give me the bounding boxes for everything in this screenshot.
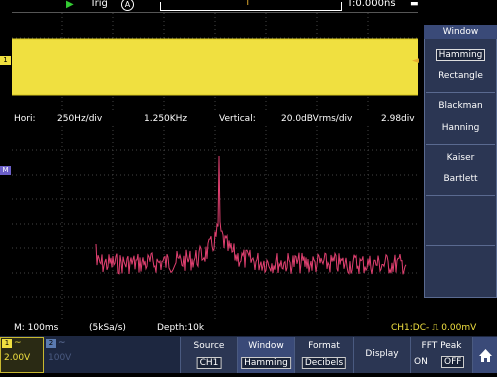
center-frequency: 1.250KHz <box>144 114 188 124</box>
trigger-setting: CH1:DC- ⎍ 0.00mV <box>391 323 477 333</box>
memory-depth: Depth:10k <box>157 323 205 333</box>
memory-timebar <box>160 2 342 11</box>
ch1-volts-per-div: 2.00V <box>4 353 31 363</box>
trigger-status: Trig <box>90 0 108 9</box>
window-option-hamming[interactable]: Hamming <box>424 49 497 61</box>
side-divider <box>426 195 495 196</box>
ch1-waveform <box>12 39 418 95</box>
time-domain-grid <box>12 13 418 113</box>
hori-label: Hori: <box>14 114 36 124</box>
softkey-display[interactable]: Display <box>353 337 410 373</box>
vertical-offset: 2.98div <box>381 114 415 124</box>
acquisition-status-line: M: 100ms (5kSa/s) Depth:10k CH1:DC- ⎍ 0.… <box>0 322 497 336</box>
softkey-window[interactable]: Window Hamming <box>237 337 294 373</box>
format-value: Decibels <box>301 357 347 369</box>
window-value: Hamming <box>241 357 291 369</box>
window-option-blackman[interactable]: Blackman <box>424 101 497 111</box>
window-option-hanning[interactable]: Hanning <box>424 123 497 133</box>
stop-icon: ▬ <box>410 0 419 9</box>
home-icon <box>479 349 492 362</box>
window-option-rectangle[interactable]: Rectangle <box>424 71 497 81</box>
side-menu-title: Window <box>424 25 497 39</box>
fft-peak-off-option[interactable]: OFF <box>441 356 465 368</box>
window-option-kaiser[interactable]: Kaiser <box>424 153 497 163</box>
time-offset: T:0.000ns <box>347 0 396 9</box>
vertical-label: Vertical: <box>219 114 256 124</box>
fft-info-line: Hori: 250Hz/div 1.250KHz Vertical: 20.0d… <box>0 112 418 126</box>
ch2-coupling: ~ <box>58 338 66 348</box>
sample-rate: (5kSa/s) <box>89 323 126 333</box>
trigger-level-marker[interactable]: ◄ <box>412 56 419 66</box>
timebase: M: 100ms <box>14 323 59 333</box>
ch1-level-marker[interactable]: 1 <box>0 56 11 65</box>
ch2-volts-per-div: 100V <box>48 353 72 363</box>
fft-view[interactable] <box>12 126 418 322</box>
ch2-tag[interactable]: 2 <box>46 339 56 348</box>
fft-peak-on-option[interactable]: ON <box>414 357 428 367</box>
fft-spectrum-trace <box>95 155 407 275</box>
fft-grid <box>12 126 418 322</box>
side-divider <box>426 245 495 246</box>
side-divider <box>426 92 495 93</box>
run-icon: ▶ <box>66 0 74 10</box>
trigger-position-marker: T <box>245 0 251 8</box>
math-level-marker[interactable]: M <box>0 166 11 175</box>
window-option-bartlett[interactable]: Bartlett <box>424 174 497 184</box>
ch1-tag: 1 <box>2 339 12 348</box>
vertical-value: 20.0dBVrms/div <box>281 114 353 124</box>
ch1-coupling: ~ <box>14 338 22 348</box>
hori-value: 250Hz/div <box>57 114 103 124</box>
softkey-source[interactable]: Source CH1 <box>180 337 237 373</box>
time-domain-view[interactable] <box>12 12 418 113</box>
source-value: CH1 <box>196 357 222 369</box>
home-button[interactable] <box>472 337 497 373</box>
side-divider <box>426 144 495 145</box>
softkey-format[interactable]: Format Decibels <box>294 337 353 373</box>
